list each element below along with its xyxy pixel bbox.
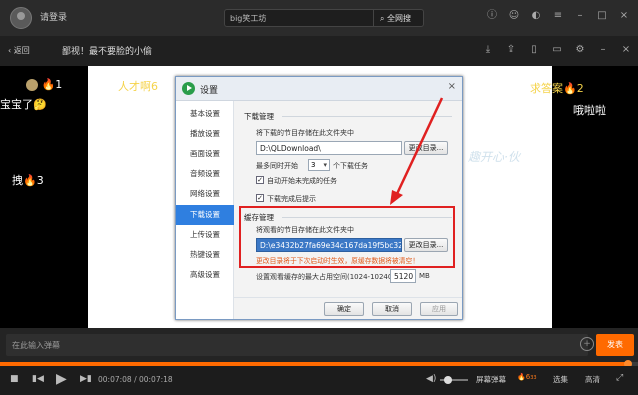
window-close-icon[interactable]: ×: [620, 44, 632, 56]
sidebar-item-basic[interactable]: 基本设置: [176, 104, 234, 124]
search-box[interactable]: big笑工坊 ⌕ 全网搜: [224, 9, 424, 27]
login-link[interactable]: 请登录: [40, 10, 67, 23]
notify-checkbox[interactable]: ✓: [256, 194, 264, 202]
avatar[interactable]: [10, 7, 32, 29]
apply-button[interactable]: 应用: [420, 302, 458, 316]
sidebar-item-display[interactable]: 画面设置: [176, 144, 234, 164]
danmaku-item: 宝宝了🤔: [0, 98, 47, 111]
max-tasks-suffix: 个下载任务: [333, 162, 368, 170]
sidebar-item-hotkey[interactable]: 热键设置: [176, 245, 234, 265]
search-input[interactable]: big笑工坊: [230, 13, 266, 24]
mobile-icon[interactable]: ▯: [528, 44, 540, 56]
danmaku-item: 拽🔥3: [12, 174, 44, 187]
search-button[interactable]: ⌕ 全网搜: [373, 10, 423, 26]
volume-handle[interactable]: [444, 376, 453, 384]
sidebar-item-playback[interactable]: 播放设置: [176, 124, 234, 144]
download-change-dir-button[interactable]: 更改目录...: [404, 141, 448, 155]
danmaku-item: 求答案🔥2: [530, 82, 584, 95]
danmu-bar: 在此输入弹幕 + 发表: [0, 328, 638, 362]
user-icon[interactable]: ☺: [508, 10, 520, 22]
dialog-title-bar[interactable]: 设置 ×: [176, 77, 462, 101]
max-tasks-select[interactable]: 3: [308, 159, 330, 171]
quality-button[interactable]: 高清: [585, 374, 600, 385]
cancel-button[interactable]: 取消: [372, 302, 412, 316]
video-title: 鄙视！最不要脸的小偷: [62, 47, 153, 57]
download-section-title: 下载管理: [244, 112, 274, 121]
share-icon[interactable]: ⇪: [505, 44, 517, 56]
play-icon[interactable]: ▶: [56, 371, 67, 387]
cache-max-field[interactable]: 5120: [390, 269, 416, 283]
sidebar-item-download[interactable]: 下载设置: [176, 205, 234, 225]
minimize-icon[interactable]: –: [574, 10, 586, 22]
notify-label: 下载完成后提示: [267, 195, 316, 203]
menu-icon[interactable]: ≡: [552, 10, 564, 22]
video-title-bar: ‹ 返回 鄙视！最不要脸的小偷 ⤓ ⇪ ▯ ▭ ⚙ – ×: [0, 36, 638, 66]
danmaku-item: 🔥1: [26, 78, 62, 91]
info-icon[interactable]: ⓘ: [486, 10, 498, 22]
highlight-box: [239, 206, 455, 268]
dialog-close-icon[interactable]: ×: [448, 81, 456, 92]
danmu-count-badge: 🔥633: [517, 373, 537, 381]
stop-icon[interactable]: ■: [10, 374, 19, 384]
close-icon[interactable]: ×: [618, 10, 630, 22]
sidebar-item-audio[interactable]: 音频设置: [176, 164, 234, 184]
download-path-field[interactable]: D:\QLDownload\: [256, 141, 402, 155]
top-icons: ⓘ ☺ ◐ ≡ – □ ×: [486, 10, 630, 22]
dialog-footer: 确定 取消 应用: [234, 297, 462, 319]
cache-max-label: 设置观看缓存的最大占用空间(1024-10240): [256, 273, 396, 281]
back-button[interactable]: ‹ 返回: [8, 45, 30, 56]
danmu-toggle[interactable]: 屏幕弹幕: [476, 374, 506, 385]
sidebar-item-advanced[interactable]: 高级设置: [176, 265, 234, 285]
search-icon: ⌕: [380, 14, 385, 23]
next-icon[interactable]: ▶▮: [80, 374, 92, 384]
avatar-sticker: [26, 79, 38, 91]
section-divider: [282, 116, 452, 117]
window-minimize-icon[interactable]: –: [597, 44, 609, 56]
skin-icon[interactable]: ◐: [530, 10, 542, 22]
cache-max-unit: MB: [419, 272, 430, 280]
watermark: 趣开心·伙: [468, 150, 520, 164]
screen-icon[interactable]: ▭: [551, 44, 563, 56]
app-logo-icon: [182, 82, 195, 95]
danmaku-item: 哦啦啦: [573, 104, 606, 117]
sidebar-item-upload[interactable]: 上传设置: [176, 225, 234, 245]
settings-icon[interactable]: ⚙: [574, 44, 586, 56]
emoji-icon[interactable]: +: [580, 337, 594, 351]
fullscreen-icon[interactable]: ⤢: [616, 373, 623, 383]
auto-start-label: 自动开始未完成的任务: [267, 177, 337, 185]
max-tasks-prefix: 最多同时开始: [256, 162, 298, 170]
danmu-input[interactable]: 在此输入弹幕: [6, 334, 588, 356]
auto-start-checkbox[interactable]: ✓: [256, 176, 264, 184]
send-danmu-button[interactable]: 发表: [596, 334, 634, 356]
time-display: 00:07:08 / 00:07:18: [98, 375, 173, 384]
download-icon[interactable]: ⤓: [482, 44, 494, 56]
player-controls: ■ ▮◀ ▶ ▶▮ 00:07:08 / 00:07:18 ◀) 屏幕弹幕 🔥6…: [0, 366, 638, 395]
app-window: 请登录 big笑工坊 ⌕ 全网搜 ⓘ ☺ ◐ ≡ – □ × ‹ 返回 鄙视！最…: [0, 0, 638, 395]
volume-icon[interactable]: ◀): [426, 374, 436, 384]
previous-icon[interactable]: ▮◀: [32, 374, 44, 384]
ok-button[interactable]: 确定: [324, 302, 364, 316]
volume-slider[interactable]: [440, 376, 468, 384]
settings-sidebar: 基本设置 播放设置 画面设置 音频设置 网络设置 下载设置 上传设置 热键设置 …: [176, 101, 234, 319]
episodes-button[interactable]: 选集: [553, 374, 568, 385]
download-save-label: 将下载的节目存储在此文件夹中: [256, 129, 354, 137]
top-bar: 请登录 big笑工坊 ⌕ 全网搜 ⓘ ☺ ◐ ≡ – □ ×: [0, 0, 638, 36]
settings-dialog: 设置 × 基本设置 播放设置 画面设置 音频设置 网络设置 下载设置 上传设置 …: [175, 76, 463, 320]
danmaku-item: 人才啊6: [118, 80, 158, 93]
sidebar-item-network[interactable]: 网络设置: [176, 184, 234, 204]
title-icons: ⤓ ⇪ ▯ ▭ ⚙ – ×: [482, 44, 632, 56]
dialog-title: 设置: [200, 86, 219, 96]
maximize-icon[interactable]: □: [596, 10, 608, 22]
